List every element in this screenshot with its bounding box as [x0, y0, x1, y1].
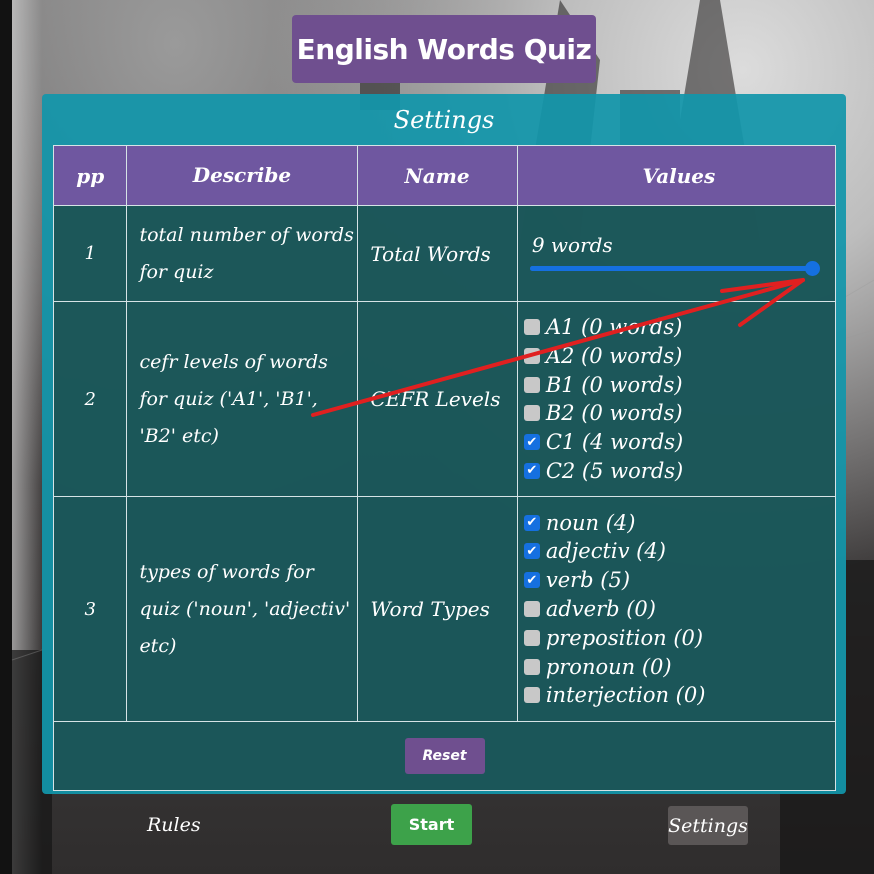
cefr-level-label: C1 (4 words) — [545, 430, 684, 455]
settings-button[interactable]: Settings — [668, 806, 748, 845]
cefr-level-label: A2 (0 words) — [545, 343, 683, 368]
cefr-level-item[interactable]: A1 (0 words) — [523, 313, 834, 342]
checkbox-unchecked[interactable] — [523, 629, 540, 646]
header-name: Name — [357, 145, 518, 206]
word-types-cell: ✔ noun (4) ✔ adjectiv (4) ✔ verb (5) adverb (0… — [516, 496, 837, 722]
table-header-row: pp Describe Name Values — [52, 145, 837, 206]
header-pp: pp — [52, 145, 128, 206]
word-type-label: verb (5) — [545, 568, 631, 593]
word-type-label: interjection (0) — [545, 683, 706, 708]
slider-fill — [529, 265, 812, 271]
app-title: English Words Quiz — [292, 15, 596, 83]
cefr-level-label: C2 (5 words) — [545, 458, 684, 483]
header-values: Values — [516, 145, 837, 206]
checkbox-unchecked[interactable] — [523, 600, 540, 617]
cefr-level-item[interactable]: B2 (0 words) — [523, 399, 834, 428]
checkbox-checked[interactable]: ✔ — [523, 462, 540, 479]
row-number: 1 — [52, 205, 128, 302]
word-type-item[interactable]: pronoun (0) — [523, 652, 834, 681]
word-type-checkboxes: ✔ noun (4) ✔ adjectiv (4) ✔ verb (5) adverb (0… — [523, 508, 834, 710]
checkbox-checked[interactable]: ✔ — [523, 572, 540, 589]
settings-title: Settings — [393, 106, 495, 134]
reset-cell: Reset — [53, 721, 836, 791]
start-button[interactable]: Start — [391, 804, 472, 845]
total-words-value: 9 words — [531, 232, 613, 257]
reset-button[interactable]: Reset — [404, 738, 485, 774]
cefr-levels-cell: A1 (0 words) A2 (0 words) B1 (0 words) B2 (… — [516, 301, 837, 497]
word-type-item[interactable]: ✔ adjectiv (4) — [523, 537, 834, 566]
cefr-level-label: B1 (0 words) — [545, 372, 683, 397]
table-row: 2 cefr levels of words for quiz ('A1', '… — [52, 301, 837, 497]
cefr-level-label: B2 (0 words) — [545, 401, 683, 426]
word-type-item[interactable]: ✔ verb (5) — [523, 566, 834, 595]
checkbox-checked[interactable]: ✔ — [523, 543, 540, 560]
row-number: 3 — [52, 496, 128, 722]
cefr-level-item[interactable]: ✔ C2 (5 words) — [523, 457, 834, 486]
row-name: Word Types — [357, 496, 518, 722]
table-row: 3 types of words for quiz ('noun', 'adje… — [52, 496, 837, 722]
word-type-label: noun (4) — [545, 510, 636, 535]
slider-thumb[interactable] — [804, 260, 820, 276]
word-type-label: pronoun (0) — [545, 654, 672, 679]
cefr-level-item[interactable]: ✔ C1 (4 words) — [523, 428, 834, 457]
word-type-label: adverb (0) — [545, 596, 656, 621]
cefr-level-item[interactable]: B1 (0 words) — [523, 370, 834, 399]
table-row: 1 total number of words for quiz Total W… — [52, 205, 837, 302]
checkbox-checked[interactable]: ✔ — [523, 514, 540, 531]
row-description: types of words for quiz ('noun', 'adject… — [126, 496, 359, 722]
total-words-cell: 9 words — [516, 205, 837, 302]
row-number: 2 — [52, 301, 128, 497]
word-type-item[interactable]: adverb (0) — [523, 595, 834, 624]
checkbox-unchecked[interactable] — [523, 319, 540, 335]
row-description: total number of words for quiz — [126, 205, 359, 302]
row-description: cefr levels of words for quiz ('A1', 'B1… — [126, 301, 359, 497]
table-footer-row: Reset — [53, 721, 836, 791]
cefr-level-item[interactable]: A2 (0 words) — [523, 341, 834, 370]
word-type-item[interactable]: interjection (0) — [523, 681, 834, 710]
settings-table: pp Describe Name Values 1 total number o… — [52, 145, 837, 791]
cefr-level-checkboxes: A1 (0 words) A2 (0 words) B1 (0 words) B2 (… — [523, 313, 834, 486]
word-type-item[interactable]: ✔ noun (4) — [523, 508, 834, 537]
checkbox-unchecked[interactable] — [523, 658, 540, 675]
word-type-label: preposition (0) — [545, 625, 704, 650]
checkbox-unchecked[interactable] — [523, 687, 540, 704]
settings-panel: Settings pp Describe Name Values 1 total… — [42, 94, 846, 794]
rules-link[interactable]: Rules — [147, 814, 201, 836]
word-type-label: adjectiv (4) — [545, 539, 666, 564]
header-describe: Describe — [126, 145, 359, 206]
row-name: CEFR Levels — [357, 301, 518, 497]
checkbox-unchecked[interactable] — [523, 405, 540, 422]
checkbox-unchecked[interactable] — [523, 347, 540, 364]
word-type-item[interactable]: preposition (0) — [523, 623, 834, 652]
cefr-level-label: A1 (0 words) — [545, 315, 683, 339]
checkbox-checked[interactable]: ✔ — [523, 434, 540, 451]
row-name: Total Words — [357, 205, 518, 302]
total-words-slider[interactable] — [529, 260, 820, 276]
checkbox-unchecked[interactable] — [523, 376, 540, 393]
